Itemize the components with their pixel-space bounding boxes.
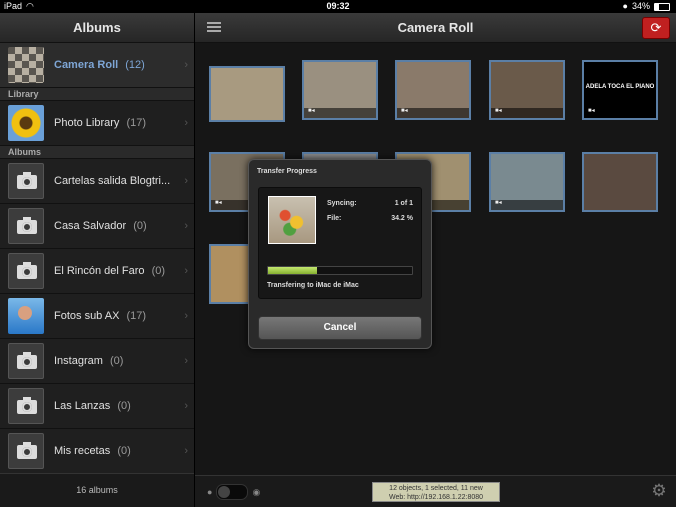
photo-thumbnail[interactable]	[582, 152, 658, 212]
transfer-details: Syncing: 1 of 1 File: 34.2 % Transfering…	[258, 187, 422, 299]
sidebar-item-album[interactable]: Casa Salvador (0) ›	[0, 204, 194, 249]
sidebar-item-label: Las Lanzas (0)	[54, 400, 131, 412]
camera-icon	[8, 433, 44, 469]
chevron-right-icon: ›	[184, 310, 188, 322]
transfer-thumbnail	[268, 196, 316, 244]
web-address: Web: http://192.168.1.22:8080	[388, 494, 484, 501]
page-title: Camera Roll	[397, 20, 474, 35]
server-info: 12 objects, 1 selected, 11 new Web: http…	[372, 482, 500, 502]
eye-icon: ◉	[252, 486, 261, 497]
video-thumbnail[interactable]	[302, 60, 378, 120]
transfer-progress-dialog: Transfer Progress Syncing: 1 of 1 File: …	[248, 159, 432, 349]
clock: 09:32	[326, 1, 350, 11]
camera-icon	[8, 388, 44, 424]
objects-summary: 12 objects, 1 selected, 11 new	[389, 485, 483, 492]
albums-count: 16 albums	[0, 473, 194, 507]
cancel-button[interactable]: Cancel	[258, 316, 422, 340]
chevron-right-icon: ›	[184, 265, 188, 277]
section-header-albums: Albums	[0, 146, 194, 159]
albums-sidebar: Albums Camera Roll (12) › Library Photo …	[0, 13, 195, 507]
lock-rotation-icon: ●	[622, 1, 628, 11]
photo-library-thumbnail	[8, 105, 44, 141]
sidebar-item-label: Photo Library (17)	[54, 117, 147, 129]
visibility-toggle[interactable]: ● ◉	[207, 484, 260, 500]
battery-label: 34%	[631, 1, 650, 11]
sidebar-item-album[interactable]: Las Lanzas (0) ›	[0, 384, 194, 429]
syncing-value: 1 of 1	[394, 200, 413, 207]
sidebar-item-album[interactable]: Fotos sub AX (17) ›	[0, 294, 194, 339]
section-header-library: Library	[0, 88, 194, 101]
photo-thumbnail[interactable]	[209, 66, 285, 122]
sync-icon[interactable]: ⟳	[642, 17, 670, 39]
sidebar-item-label: Fotos sub AX (17)	[54, 310, 147, 322]
sidebar-item-label: Cartelas salida Blogtri...	[54, 175, 171, 187]
file-progress-value: 34.2 %	[391, 215, 413, 222]
transfer-status: Transfering to iMac de iMac	[267, 282, 359, 289]
video-thumbnail[interactable]	[395, 60, 471, 120]
chevron-right-icon: ›	[184, 175, 188, 187]
sidebar-item-label: Camera Roll (12)	[54, 59, 145, 71]
sidebar-item-label: Casa Salvador (0)	[54, 220, 147, 232]
syncing-label: Syncing:	[327, 200, 357, 207]
status-bar: iPad ◠ 09:32 ● 34%	[0, 0, 676, 13]
chevron-right-icon: ›	[184, 445, 188, 457]
chevron-right-icon: ›	[184, 59, 188, 71]
sidebar-item-label: Instagram (0)	[54, 355, 124, 367]
chevron-right-icon: ›	[184, 400, 188, 412]
video-thumbnail[interactable]	[489, 152, 565, 212]
menu-icon[interactable]	[207, 22, 221, 33]
album-thumbnail	[8, 298, 44, 334]
file-label: File:	[327, 215, 342, 222]
chevron-right-icon: ›	[184, 220, 188, 232]
sidebar-item-album[interactable]: Cartelas salida Blogtri... ›	[0, 159, 194, 204]
toggle-switch[interactable]	[216, 484, 249, 500]
sidebar-item-album[interactable]: El Rincón del Faro (0) ›	[0, 249, 194, 294]
video-thumbnail[interactable]	[489, 60, 565, 120]
camera-icon	[8, 208, 44, 244]
sidebar-item-album[interactable]: Instagram (0) ›	[0, 339, 194, 384]
main-header: Camera Roll ⟳	[195, 13, 676, 43]
dialog-title: Transfer Progress	[257, 168, 317, 175]
camera-icon	[8, 163, 44, 199]
chevron-right-icon: ›	[184, 117, 188, 129]
camera-icon	[8, 343, 44, 379]
sidebar-title: Albums	[0, 13, 194, 43]
gear-icon[interactable]: ⚙	[650, 482, 668, 500]
progress-fill	[268, 267, 318, 274]
sidebar-item-label: El Rincón del Faro (0)	[54, 265, 166, 277]
video-title-text: ADELA TOCA EL PIANO	[585, 84, 655, 90]
chevron-right-icon: ›	[184, 355, 188, 367]
battery-icon	[654, 2, 670, 11]
sidebar-item-camera-roll[interactable]: Camera Roll (12) ›	[0, 43, 194, 88]
check-icon: ●	[207, 487, 213, 497]
video-thumbnail[interactable]: ADELA TOCA EL PIANO	[582, 60, 658, 120]
sidebar-item-photo-library[interactable]: Photo Library (17) ›	[0, 101, 194, 146]
camera-icon	[8, 253, 44, 289]
bottom-toolbar: ● ◉ 12 objects, 1 selected, 11 new Web: …	[195, 475, 676, 507]
sidebar-item-label: Mis recetas (0)	[54, 445, 131, 457]
sidebar-item-album[interactable]: Mis recetas (0) ›	[0, 429, 194, 474]
camera-roll-thumbnail	[8, 47, 44, 83]
progress-bar	[267, 266, 413, 275]
